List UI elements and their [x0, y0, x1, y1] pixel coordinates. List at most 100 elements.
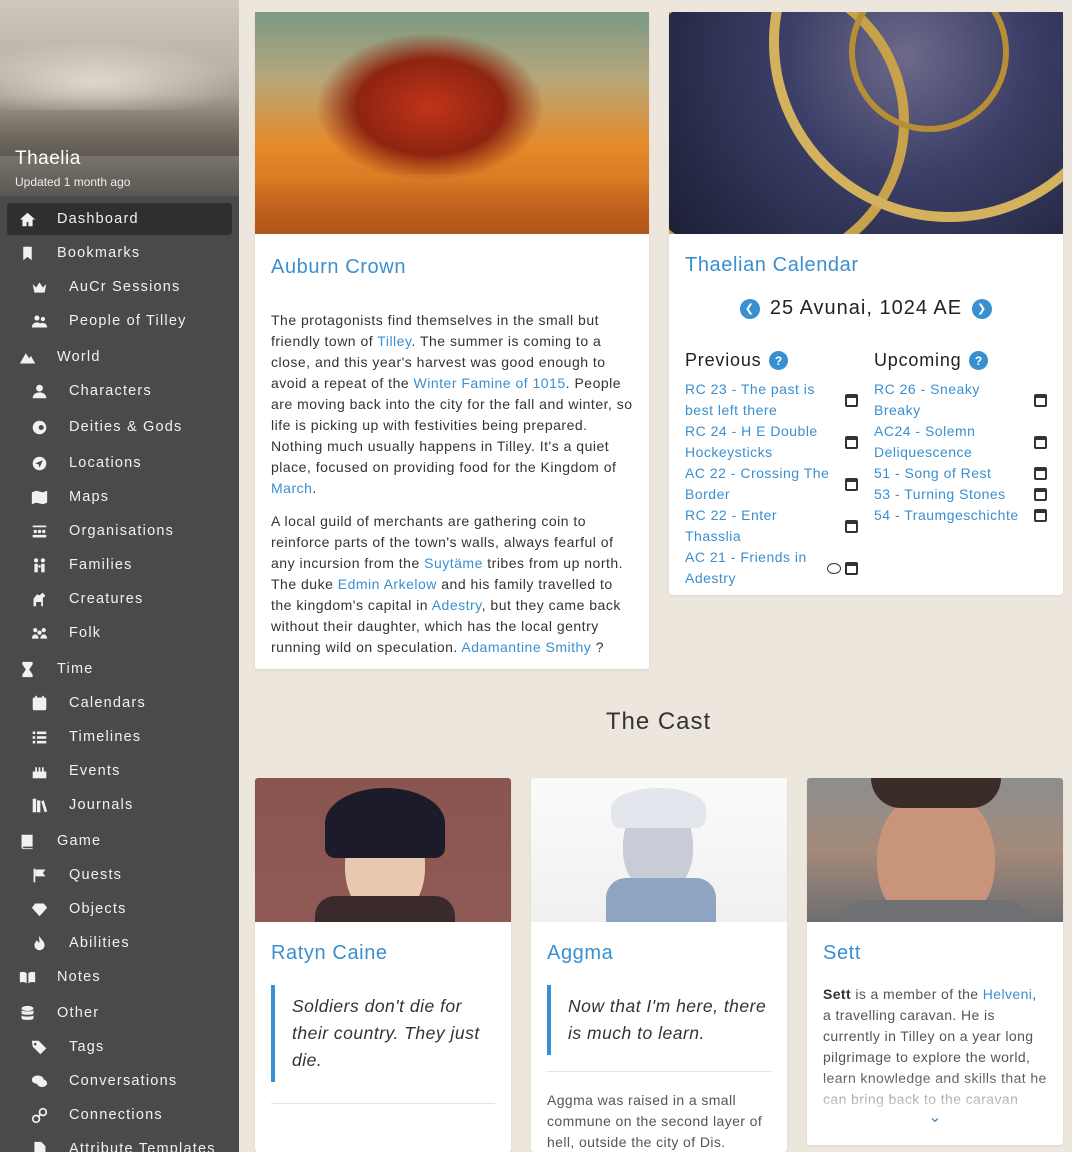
chevron-right-icon[interactable]: ❯ — [972, 298, 993, 319]
sidebar-item-abilities[interactable]: Abilities — [7, 927, 232, 959]
sidebar-item-events[interactable]: Events — [7, 755, 232, 787]
event-row: AC 21 - Friends in Adestry — [685, 547, 858, 589]
text-segment: ? — [591, 639, 604, 655]
sidebar-item-locations[interactable]: Locations — [7, 447, 232, 479]
event-link[interactable]: AC 21 - Friends in Adestry — [685, 547, 827, 589]
sidebar-item-label: Folk — [69, 625, 102, 641]
sidebar-item-tags[interactable]: Tags — [7, 1031, 232, 1063]
books-icon — [29, 796, 49, 814]
sidebar-item-people-of-tilley[interactable]: People of Tilley — [7, 305, 232, 337]
sidebar-item-time[interactable]: Time — [7, 653, 232, 685]
sidebar-item-folk[interactable]: Folk — [7, 617, 232, 649]
database-icon — [17, 1004, 37, 1022]
sidebar-item-families[interactable]: Families — [7, 549, 232, 581]
help-icon[interactable]: ? — [969, 351, 989, 370]
sidebar-item-label: Conversations — [69, 1073, 178, 1089]
event-link[interactable]: 53 - Turning Stones — [874, 484, 1006, 505]
event-link[interactable]: AC24 - Solemn Deliquescence — [874, 421, 1024, 463]
sidebar-item-characters[interactable]: Characters — [7, 375, 232, 407]
character-portrait[interactable] — [531, 778, 787, 922]
help-icon[interactable]: ? — [769, 351, 789, 370]
link-icon — [29, 1106, 49, 1124]
sidebar-item-attribute-templates[interactable]: Attribute Templates — [7, 1133, 232, 1152]
tags-icon — [29, 1038, 49, 1056]
sidebar-item-deities-gods[interactable]: Deities & Gods — [7, 411, 232, 443]
sidebar-item-organisations[interactable]: Organisations — [7, 515, 232, 547]
calendar-icon — [845, 477, 858, 491]
character-name[interactable]: Sett — [823, 942, 1047, 965]
character-name[interactable]: Ratyn Caine — [271, 942, 495, 965]
bookmark-icon — [17, 244, 37, 262]
event-row: AC 22 - Crossing The Border — [685, 463, 858, 505]
character-card: Sett Sett is a member of the Helveni, a … — [807, 778, 1063, 1145]
calendar-icon — [29, 694, 49, 712]
users-icon — [29, 312, 49, 330]
character-quote: Soldiers don't die for their country. Th… — [271, 985, 495, 1082]
event-link[interactable]: RC 26 - Sneaky Breaky — [874, 379, 1024, 421]
helveni-link[interactable]: Helveni — [983, 986, 1033, 1002]
sidebar-item-journals[interactable]: Journals — [7, 789, 232, 821]
event-row: RC 24 - H E Double Hockeysticks — [685, 421, 858, 463]
calendar-icon — [1034, 393, 1047, 407]
list-icon — [29, 728, 49, 746]
character-portrait[interactable] — [807, 778, 1063, 922]
calendar-icon — [1034, 488, 1047, 501]
sidebar-item-label: Locations — [69, 455, 142, 471]
event-link[interactable]: AC 22 - Crossing The Border — [685, 463, 835, 505]
book-icon — [17, 832, 37, 850]
event-link[interactable]: 54 - Traumgeschichte — [874, 505, 1019, 526]
sidebar-item-maps[interactable]: Maps — [7, 481, 232, 513]
dashboard-main: Auburn Crown The protagonists find thems… — [239, 0, 1072, 1152]
campaign-name[interactable]: Thaelia — [15, 148, 81, 170]
calendar-icon — [845, 393, 858, 407]
sidebar-item-objects[interactable]: Objects — [7, 893, 232, 925]
calendar-image — [669, 12, 1063, 234]
previous-events: Previous? RC 23 - The past is best left … — [685, 350, 858, 589]
sidebar-item-conversations[interactable]: Conversations — [7, 1065, 232, 1097]
campaign-header[interactable]: Thaelia Updated 1 month ago — [0, 0, 239, 196]
calendar-icon — [1034, 467, 1047, 480]
open-book-icon — [17, 968, 37, 986]
character-name[interactable]: Aggma — [547, 942, 771, 965]
event-link[interactable]: RC 22 - Enter Thasslia — [685, 505, 835, 547]
entity-link[interactable]: Adamantine Smithy — [461, 639, 591, 655]
sidebar-item-calendars[interactable]: Calendars — [7, 687, 232, 719]
sidebar-item-timelines[interactable]: Timelines — [7, 721, 232, 753]
sidebar-item-label: Events — [69, 763, 121, 779]
sidebar-item-other[interactable]: Other — [7, 997, 232, 1029]
entity-link[interactable]: Tilley — [377, 333, 411, 349]
sidebar-item-creatures[interactable]: Creatures — [7, 583, 232, 615]
sidebar-item-aucr-sessions[interactable]: AuCr Sessions — [7, 271, 232, 303]
sidebar-item-label: Bookmarks — [57, 245, 141, 261]
text-segment: . — [312, 480, 317, 496]
sidebar-item-bookmarks[interactable]: Bookmarks — [7, 237, 232, 269]
campaign-card-title[interactable]: Auburn Crown — [271, 256, 633, 279]
sidebar-item-label: Creatures — [69, 591, 144, 607]
entity-link[interactable]: Edmin Arkelow — [338, 576, 437, 592]
entity-link[interactable]: Suytäme — [424, 555, 483, 571]
event-link[interactable]: 51 - Song of Rest — [874, 463, 991, 484]
upcoming-heading: Upcoming — [874, 350, 962, 370]
event-link[interactable]: RC 24 - H E Double Hockeysticks — [685, 421, 835, 463]
calendar-icon — [1034, 435, 1047, 449]
sidebar-item-dashboard[interactable]: Dashboard — [7, 203, 232, 235]
family-icon — [29, 556, 49, 574]
entity-link[interactable]: Winter Famine of 1015 — [414, 375, 566, 391]
event-row: RC 22 - Enter Thasslia — [685, 505, 858, 547]
sidebar-item-label: Objects — [69, 901, 127, 917]
sidebar-item-label: World — [57, 349, 101, 365]
sidebar-item-notes[interactable]: Notes — [7, 961, 232, 993]
character-portrait[interactable] — [255, 778, 511, 922]
entity-link[interactable]: Adestry — [432, 597, 482, 613]
chevron-left-icon[interactable]: ❮ — [739, 298, 760, 319]
sidebar-item-quests[interactable]: Quests — [7, 859, 232, 891]
calendar-title[interactable]: Thaelian Calendar — [685, 254, 1047, 277]
event-link[interactable]: RC 23 - The past is best left there — [685, 379, 835, 421]
sidebar-item-label: Characters — [69, 383, 152, 399]
chevron-down-icon[interactable]: ⌄ — [807, 1107, 1063, 1127]
sidebar-item-game[interactable]: Game — [7, 825, 232, 857]
sidebar-item-connections[interactable]: Connections — [7, 1099, 232, 1131]
location-arrow-icon — [29, 454, 49, 472]
entity-link[interactable]: March — [271, 480, 312, 496]
sidebar-item-world[interactable]: World — [7, 341, 232, 373]
